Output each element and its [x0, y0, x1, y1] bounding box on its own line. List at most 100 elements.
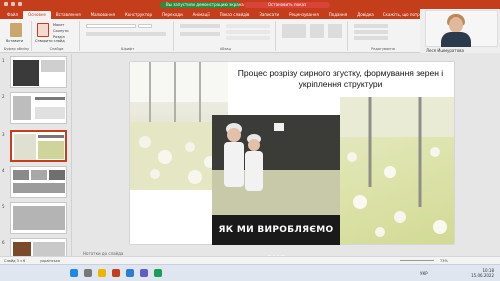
tab-slideshow[interactable]: Показ слайдів	[215, 11, 255, 19]
clock[interactable]: 10:18 15.06.2022	[471, 268, 494, 278]
font-group: Шрифт	[82, 21, 174, 51]
reset-command[interactable]: Скинути	[53, 29, 69, 33]
presenter-body	[441, 32, 471, 47]
align-buttons[interactable]	[180, 32, 220, 36]
title-bar: Вы запустили демонстрацию экрана Останов…	[0, 0, 500, 9]
undo-icon[interactable]	[11, 2, 15, 6]
group-label: Шрифт	[120, 47, 135, 51]
slide-number: 3	[2, 132, 5, 137]
slides-group: Створити слайд Макет Скинути Розділ Слай…	[34, 21, 80, 51]
slide-title[interactable]: Процес розрізу сирного згустку, формуван…	[228, 68, 453, 90]
tab-review[interactable]: Рецензування	[284, 11, 324, 19]
powerpoint-icon[interactable]	[112, 269, 120, 277]
slide-number: 4	[2, 168, 5, 173]
zoom-slider[interactable]	[400, 260, 434, 261]
tab-design[interactable]: Конструктор	[120, 11, 157, 19]
list-buttons[interactable]	[180, 24, 220, 28]
tab-file[interactable]: Файл	[2, 11, 23, 19]
ribbon-tabs: Файл Основне Вставлення Малювання Констр…	[0, 9, 447, 19]
group-label: Слайди	[49, 47, 64, 51]
align-text-button[interactable]	[226, 30, 270, 34]
thumb-text	[35, 97, 65, 100]
paste-icon[interactable]	[10, 23, 22, 37]
thumb-image	[49, 170, 65, 180]
find-button[interactable]	[354, 24, 388, 28]
search-icon[interactable]	[84, 269, 92, 277]
thumb-text	[38, 135, 64, 138]
thumb-image	[35, 107, 65, 119]
tab-view[interactable]: Подання	[324, 11, 352, 19]
thumb-image	[38, 141, 64, 159]
save-icon[interactable]	[4, 2, 8, 6]
thumb-image	[13, 206, 65, 230]
tab-draw[interactable]: Малювання	[86, 11, 120, 19]
layout-command[interactable]: Макет	[53, 23, 64, 27]
slide-thumbnail[interactable]	[10, 56, 67, 88]
slide-number: 5	[2, 204, 5, 209]
presenter-name: Леся Ишмуратова	[426, 48, 464, 53]
paste-label: Вставити	[6, 39, 24, 43]
teams-icon[interactable]	[140, 269, 148, 277]
editing-group: Редагування	[350, 21, 416, 51]
tab-home[interactable]: Основне	[23, 11, 51, 19]
quick-access-toolbar	[4, 2, 34, 7]
ribbon: Вставити Буфер обміну Створити слайд Мак…	[0, 19, 420, 53]
thumb-image	[31, 170, 47, 180]
section-command[interactable]: Розділ	[53, 35, 65, 39]
text-direction-button[interactable]	[226, 24, 270, 28]
slide-number: 6	[2, 240, 5, 245]
browser-icon[interactable]	[126, 269, 134, 277]
drawing-group	[278, 21, 348, 51]
shapes-gallery[interactable]	[282, 24, 306, 38]
slide-thumbnails-pane[interactable]: 1 2 3 4 5 6	[0, 54, 72, 263]
new-slide-label: Створити слайд	[35, 39, 65, 43]
tab-animations[interactable]: Анімації	[188, 11, 215, 19]
new-slide-icon[interactable]	[37, 23, 49, 37]
group-label: Буфер обміну	[3, 47, 30, 51]
slide-thumbnail[interactable]	[10, 166, 67, 198]
app-icon[interactable]	[154, 269, 162, 277]
slide-thumbnail-selected[interactable]	[10, 130, 67, 162]
select-button[interactable]	[354, 36, 388, 40]
video-caption: ЯК МИ ВИРОБЛЯЄМО СИР	[212, 215, 340, 265]
replace-button[interactable]	[354, 30, 388, 34]
explorer-icon[interactable]	[98, 269, 106, 277]
smartart-button[interactable]	[226, 36, 270, 40]
slide-number: 2	[2, 94, 5, 99]
screen-share-bar: Вы запустили демонстрацию экрана Останов…	[160, 1, 330, 8]
thumb-image	[41, 60, 65, 72]
font-name-select[interactable]	[86, 24, 136, 28]
thumb-image	[13, 60, 39, 86]
slide-number: 1	[2, 58, 5, 63]
tab-help[interactable]: Довідка	[352, 11, 379, 19]
slide-thumbnail[interactable]	[10, 92, 67, 124]
start-icon[interactable]	[70, 269, 78, 277]
clock-date: 15.06.2022	[471, 273, 494, 278]
quick-styles-button[interactable]	[328, 24, 342, 38]
language-indicator[interactable]: українська	[40, 259, 60, 263]
tab-record[interactable]: Записати	[254, 11, 284, 19]
thumb-image	[13, 96, 31, 120]
thumb-image	[13, 170, 29, 180]
font-format-buttons[interactable]	[86, 32, 166, 36]
slide-counter: Слайд 3 з 6	[4, 259, 26, 263]
presenter-face	[449, 17, 463, 33]
stop-sharing-button[interactable]: Остановить показ	[244, 1, 330, 8]
thumb-image	[14, 134, 36, 160]
thumb-image	[13, 183, 65, 193]
redo-icon[interactable]	[18, 2, 22, 6]
keyboard-language[interactable]: УКР	[420, 271, 428, 279]
paragraph-group: Абзац	[176, 21, 276, 51]
cheese-grains-illustration	[340, 97, 454, 237]
zoom-level[interactable]: 73%	[440, 259, 448, 263]
powerpoint-window: Вы запустили демонстрацию экрана Останов…	[0, 0, 500, 281]
font-size-select[interactable]	[138, 24, 152, 28]
slide-thumbnail[interactable]	[10, 202, 67, 234]
clipboard-group: Вставити Буфер обміну	[2, 21, 32, 51]
tab-transitions[interactable]: Переходи	[157, 11, 188, 19]
cheese-grains-photo[interactable]	[340, 97, 454, 244]
tab-insert[interactable]: Вставлення	[51, 11, 86, 19]
group-label: Абзац	[220, 47, 231, 51]
arrange-button[interactable]	[310, 24, 324, 38]
group-label: Редагування	[371, 47, 395, 51]
